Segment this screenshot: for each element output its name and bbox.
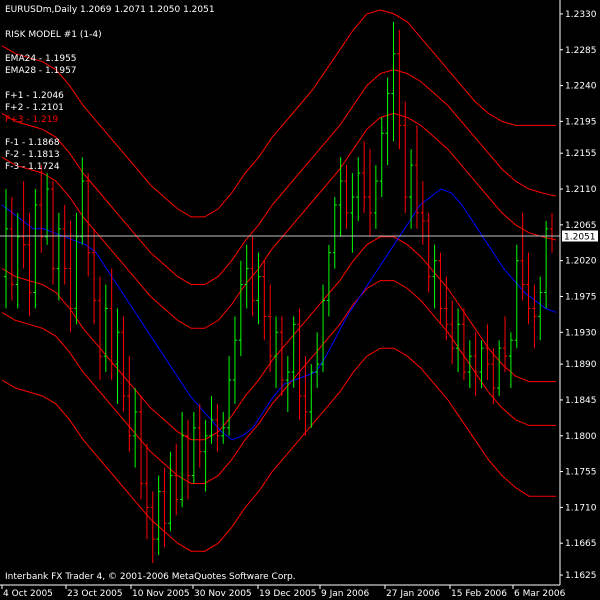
y-tick-label: 1.1975 (565, 292, 597, 302)
f-minus-1-label: F-1 - 1.1868 (5, 138, 60, 148)
x-tick-label: 27 Jan 2006 (386, 589, 440, 599)
f-minus-3-label: F-3 - 1.1724 (5, 162, 60, 172)
y-tick-label: 1.1710 (565, 503, 597, 513)
y-tick-label: 1.2240 (565, 82, 597, 92)
ema28-label: EMA28 - 1.1957 (5, 66, 77, 76)
x-tick-label: 15 Feb 2006 (451, 589, 507, 599)
x-tick-label: 23 Oct 2005 (67, 589, 123, 599)
y-tick-label: 1.2065 (565, 221, 597, 231)
y-tick-label: 1.2195 (565, 117, 597, 127)
risk-model-label: RISK MODEL #1 (1-4) (5, 30, 102, 40)
x-tick-label: 4 Oct 2005 (3, 589, 53, 599)
y-tick-label: 1.2330 (565, 10, 597, 20)
current-price-tag: 1.2051 (562, 230, 598, 242)
y-tick-label: 1.1800 (565, 432, 597, 442)
y-tick-label: 1.1665 (565, 539, 597, 549)
y-tick-label: 1.1930 (565, 328, 597, 338)
f-plus-2-label: F+2 - 1.2101 (5, 103, 64, 113)
y-tick-label: 1.2110 (565, 185, 597, 195)
y-tick-label: 1.1755 (565, 468, 597, 478)
x-tick-label: 9 Jan 2006 (321, 589, 369, 599)
x-tick-label: 6 Mar 2006 (514, 589, 566, 599)
copyright-footer: Interbank FX Trader 4, © 2001-2006 MetaQ… (5, 572, 296, 582)
ema24-label: EMA24 - 1.1955 (5, 54, 77, 64)
x-tick-label: 19 Dec 2005 (259, 589, 317, 599)
y-tick-label: 1.1845 (565, 396, 597, 406)
f-plus-1-label: F+1 - 1.2046 (5, 91, 64, 101)
current-price-label: 1.2051 (564, 232, 596, 242)
y-tick-label: 1.2155 (565, 149, 597, 159)
f-plus-3-label: F+3 - 1.219 (5, 115, 58, 125)
y-tick-label: 1.1625 (565, 571, 597, 581)
y-tick-label: 1.1890 (565, 360, 597, 370)
chart-title: EURUSDm,Daily 1.2069 1.2071 1.2050 1.205… (5, 5, 215, 15)
y-tick-label: 1.2285 (565, 46, 597, 56)
chart-background (0, 0, 600, 600)
x-tick-label: 30 Nov 2005 (194, 589, 252, 599)
f-minus-2-label: F-2 - 1.1813 (5, 150, 60, 160)
x-tick-label: 10 Nov 2005 (132, 589, 190, 599)
price-chart[interactable]: 1.2330 1.2285 1.2240 1.2195 1.2155 1.2110 1.20… (0, 0, 600, 600)
y-tick-label: 1.2020 (565, 257, 597, 267)
